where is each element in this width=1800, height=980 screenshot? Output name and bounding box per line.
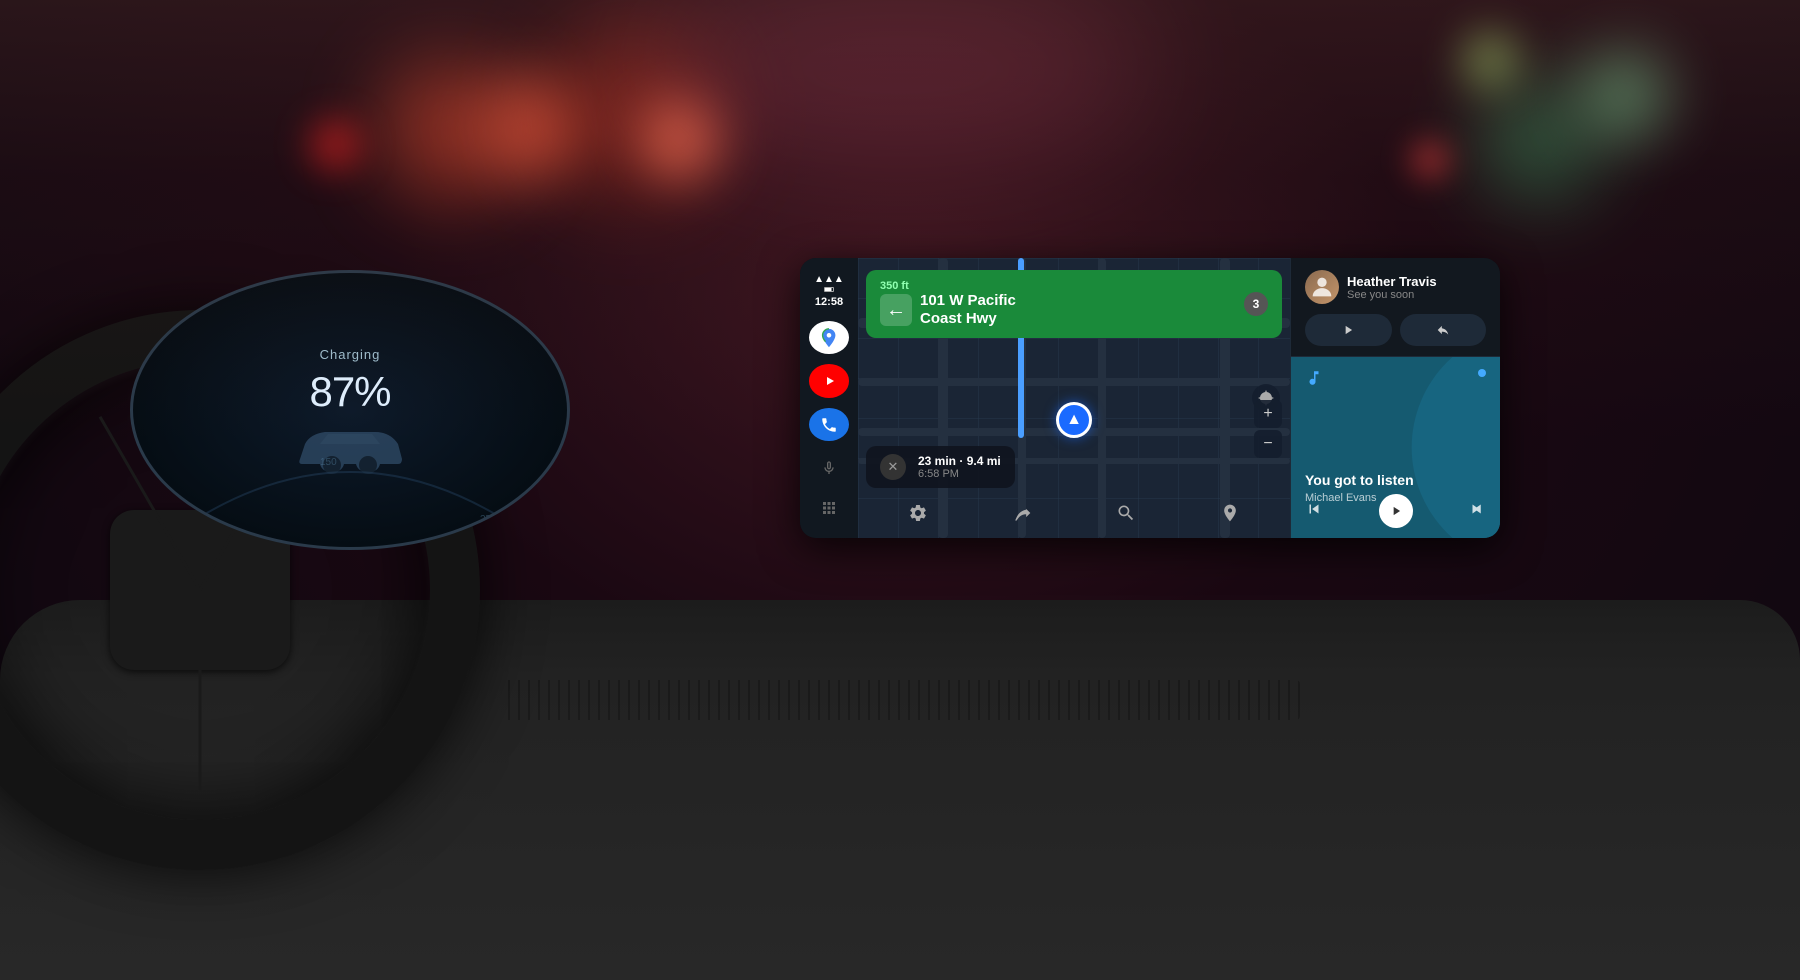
music-app-icon: [1305, 369, 1323, 392]
wheel-spoke-top: [199, 590, 202, 790]
nav-badge: 3: [1244, 292, 1268, 316]
cluster-gauge: 0 150 250: [180, 447, 520, 527]
svg-text:0: 0: [200, 514, 206, 525]
status-bar: ▲▲▲ 12:58: [800, 268, 858, 314]
mic-icon-button[interactable]: [809, 451, 849, 484]
nav-direction-arrow: ←: [880, 294, 912, 326]
current-location-dot: ▲: [1056, 402, 1092, 438]
contact-card: Heather Travis See you soon: [1291, 258, 1500, 357]
nav-distance: 350 ft: [880, 280, 1016, 292]
apps-icon-button[interactable]: [809, 492, 849, 525]
contact-reply-button[interactable]: [1400, 314, 1487, 346]
nav-street-line2: Coast Hwy: [920, 310, 1016, 328]
contact-actions: [1305, 314, 1486, 346]
infotainment-screen: ▲▲▲ 12:58: [800, 258, 1500, 538]
svg-text:250: 250: [480, 514, 497, 525]
eta-arrival-time: 6:58 PM: [918, 468, 1001, 480]
zoom-controls: + −: [1254, 400, 1282, 458]
dashboard-vent: [500, 680, 1300, 720]
contact-play-button[interactable]: [1305, 314, 1392, 346]
music-title: You got to listen: [1305, 472, 1414, 488]
background-scene: Charging 87% 0 150 250 ▲▲▲ 12: [0, 0, 1800, 980]
map-pin-button[interactable]: [1220, 503, 1240, 528]
music-play-button[interactable]: [1379, 494, 1413, 528]
battery-icon: [824, 287, 834, 292]
contact-info: Heather Travis See you soon: [1347, 274, 1437, 301]
contact-avatar: [1305, 270, 1339, 304]
eta-close-button[interactable]: ✕: [880, 454, 906, 480]
navigation-banner: 350 ft ← 101 W Pacific Coast Hwy 3: [866, 270, 1282, 338]
zoom-out-button[interactable]: −: [1254, 430, 1282, 458]
signal-icon: ▲▲▲: [814, 274, 844, 285]
status-time: 12:58: [815, 296, 843, 308]
map-search-button[interactable]: [1116, 503, 1136, 528]
sidebar: ▲▲▲ 12:58: [800, 258, 858, 538]
contact-name: Heather Travis: [1347, 274, 1437, 289]
zoom-in-button[interactable]: +: [1254, 400, 1282, 428]
map-route-button[interactable]: [1012, 503, 1032, 528]
map-settings-button[interactable]: [908, 503, 928, 528]
contact-header: Heather Travis See you soon: [1305, 270, 1486, 304]
music-controls: [1305, 494, 1486, 528]
map-area[interactable]: 350 ft ← 101 W Pacific Coast Hwy 3 ✕: [858, 258, 1290, 538]
music-card: You got to listen Michael Evans: [1291, 357, 1500, 538]
map-controls: [866, 503, 1282, 528]
nav-street-line1: 101 W Pacific: [920, 292, 1016, 310]
eta-duration: 23 min · 9.4 mi: [918, 454, 1001, 468]
maps-icon-button[interactable]: [809, 321, 849, 354]
contact-message: See you soon: [1347, 289, 1437, 301]
eta-panel: ✕ 23 min · 9.4 mi 6:58 PM: [866, 446, 1015, 488]
phone-icon-button[interactable]: [809, 408, 849, 441]
music-next-button[interactable]: [1468, 500, 1486, 523]
music-indicator-dot: [1478, 369, 1486, 377]
svg-text:150: 150: [320, 457, 337, 468]
youtube-icon-button[interactable]: [809, 364, 849, 397]
music-prev-button[interactable]: [1305, 500, 1323, 523]
right-panel: Heather Travis See you soon: [1290, 258, 1500, 538]
